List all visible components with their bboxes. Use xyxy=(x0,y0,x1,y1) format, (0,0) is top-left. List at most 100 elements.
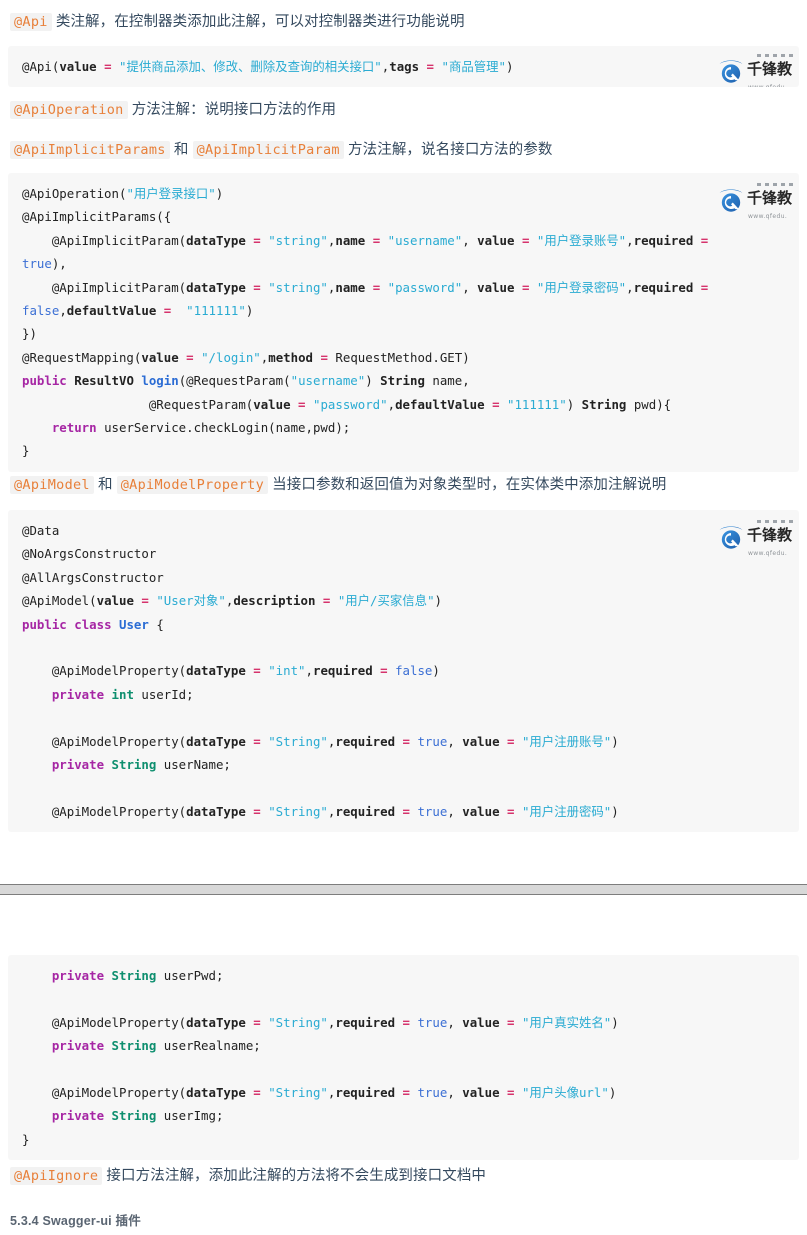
code-token: userImg; xyxy=(156,1108,224,1124)
code-token: true xyxy=(417,1085,448,1101)
code-token: "用户登录账号" xyxy=(536,232,627,248)
paragraph-apimodel-text: 当接口参数和返回值为对象类型时，在实体类中添加注解说明 xyxy=(272,477,667,493)
code-token: defaultValue xyxy=(395,396,485,412)
code-token: dataType xyxy=(186,279,246,295)
code-token: required xyxy=(633,232,694,248)
code-line: @Api(value = "提供商品添加、修改、删除及查询的相关接口",tags… xyxy=(8,55,799,78)
code-line: @ApiModelProperty(dataType = "String", re… xyxy=(8,1081,799,1104)
code-token: private xyxy=(51,1108,105,1124)
code-block-user-entity: @Data @NoArgsConstructor @AllArgsConstruct… xyxy=(0,510,807,833)
code-token: { xyxy=(148,616,164,632)
code-token: name xyxy=(335,279,366,295)
code-token: name, xyxy=(424,373,470,389)
code-token: true xyxy=(417,733,448,749)
code-token: ) xyxy=(505,59,514,74)
code-token: "用户注册密码" xyxy=(521,803,612,819)
code-token: dataType xyxy=(186,1085,246,1101)
code-line: @ApiModelProperty(dataType = "String", re… xyxy=(8,730,799,753)
code-token: = xyxy=(141,593,149,609)
code-token: "用户登录密码" xyxy=(536,279,627,295)
code-token: , xyxy=(626,279,634,295)
code-token: true xyxy=(417,803,448,819)
inline-code-apiignore: @ApiIgnore xyxy=(10,1167,103,1185)
code-token: , xyxy=(447,1085,463,1101)
paragraph-apiimplicitparams: @ApiImplicitParams 和 @ApiImplicitParam 方… xyxy=(0,140,807,160)
code-token: "商品管理" xyxy=(441,59,506,74)
code-token: = xyxy=(402,1085,410,1101)
paragraph-conjunction: 和 xyxy=(173,142,189,158)
code-token: value xyxy=(477,232,515,248)
code-lines: @ApiOperation("用户登录接口") @ApiImplicitParam… xyxy=(8,182,799,463)
paragraph-apimodel: @ApiModel 和 @ApiModelProperty 当接口参数和返回值为… xyxy=(0,475,807,495)
code-token: @AllArgsConstructor xyxy=(22,569,164,585)
paragraph-conjunction: 和 xyxy=(98,477,113,493)
code-line: true), xyxy=(8,252,799,275)
code-line: @AllArgsConstructor xyxy=(8,566,799,589)
code-token: = xyxy=(700,232,709,248)
code-token: @RequestMapping( xyxy=(22,349,142,365)
code-token: = xyxy=(426,59,435,74)
code-token: } xyxy=(22,1131,30,1147)
code-lines: @Data @NoArgsConstructor @AllArgsConstruct… xyxy=(8,519,799,823)
code-token: @ApiImplicitParam( xyxy=(22,232,187,248)
code-token: = xyxy=(186,349,194,365)
code-token: @ApiModelProperty( xyxy=(22,1085,187,1101)
code-token: true xyxy=(22,256,52,272)
code-token: ) xyxy=(611,1014,619,1030)
code-block-login: @ApiOperation("用户登录接口") @ApiImplicitParam… xyxy=(0,173,807,472)
code-token: (@RequestParam( xyxy=(178,373,291,389)
code-block-2-body[interactable]: @ApiOperation("用户登录接口") @ApiImplicitParam… xyxy=(8,173,799,472)
paragraph-apioperation-text: 方法注解：说明接口方法的作用 xyxy=(131,102,337,118)
code-token: "用户头像url" xyxy=(521,1085,609,1101)
code-token: String xyxy=(111,968,157,983)
code-token: "User对象" xyxy=(156,593,226,609)
paragraph-api: @Api 类注解，在控制器类添加此注解，可以对控制器类进行功能说明 xyxy=(0,12,807,32)
code-line: private String userName; xyxy=(8,753,799,776)
paragraph-apioperation: @ApiOperation 方法注解：说明接口方法的作用 xyxy=(0,100,807,120)
code-token: "string" xyxy=(268,232,328,248)
code-token: ) xyxy=(215,186,224,201)
code-token: value xyxy=(462,1014,500,1030)
code-token: "用户登录接口" xyxy=(126,186,216,201)
code-token: "password" xyxy=(312,396,388,412)
code-token: , xyxy=(462,232,478,248)
code-block-1-body[interactable]: @Api(value = "提供商品添加、修改、删除及查询的相关接口",tags… xyxy=(8,46,799,88)
code-token: = xyxy=(253,803,261,819)
code-block-4-body[interactable]: private String userPwd; @ApiModelPropert… xyxy=(8,955,799,1161)
code-token: , xyxy=(305,663,313,679)
code-token: "username" xyxy=(290,373,366,389)
code-token: , xyxy=(447,1014,463,1030)
code-block-3-body[interactable]: @Data @NoArgsConstructor @AllArgsConstruct… xyxy=(8,510,799,833)
code-token: description xyxy=(233,593,316,609)
code-token: @NoArgsConstructor xyxy=(22,546,157,562)
paragraph-api-text: 类注解，在控制器类添加此注解，可以对控制器类进行功能说明 xyxy=(55,14,465,30)
code-block-user-entity-continued: private String userPwd; @ApiModelPropert… xyxy=(0,955,807,1161)
code-line: private String userImg; xyxy=(8,1104,799,1127)
code-token: "用户/买家信息" xyxy=(337,593,435,609)
code-token: "用户注册账号" xyxy=(521,733,612,749)
code-token: = xyxy=(492,396,500,412)
code-token: required xyxy=(313,663,373,679)
code-token: ) xyxy=(365,373,381,389)
code-token: value xyxy=(141,349,179,365)
code-line: @ApiModelProperty(dataType = "String", re… xyxy=(8,800,799,823)
code-line: public class User { xyxy=(8,613,799,636)
code-token: @Api( xyxy=(22,59,60,74)
code-line: @ApiImplicitParams({ xyxy=(8,205,799,228)
